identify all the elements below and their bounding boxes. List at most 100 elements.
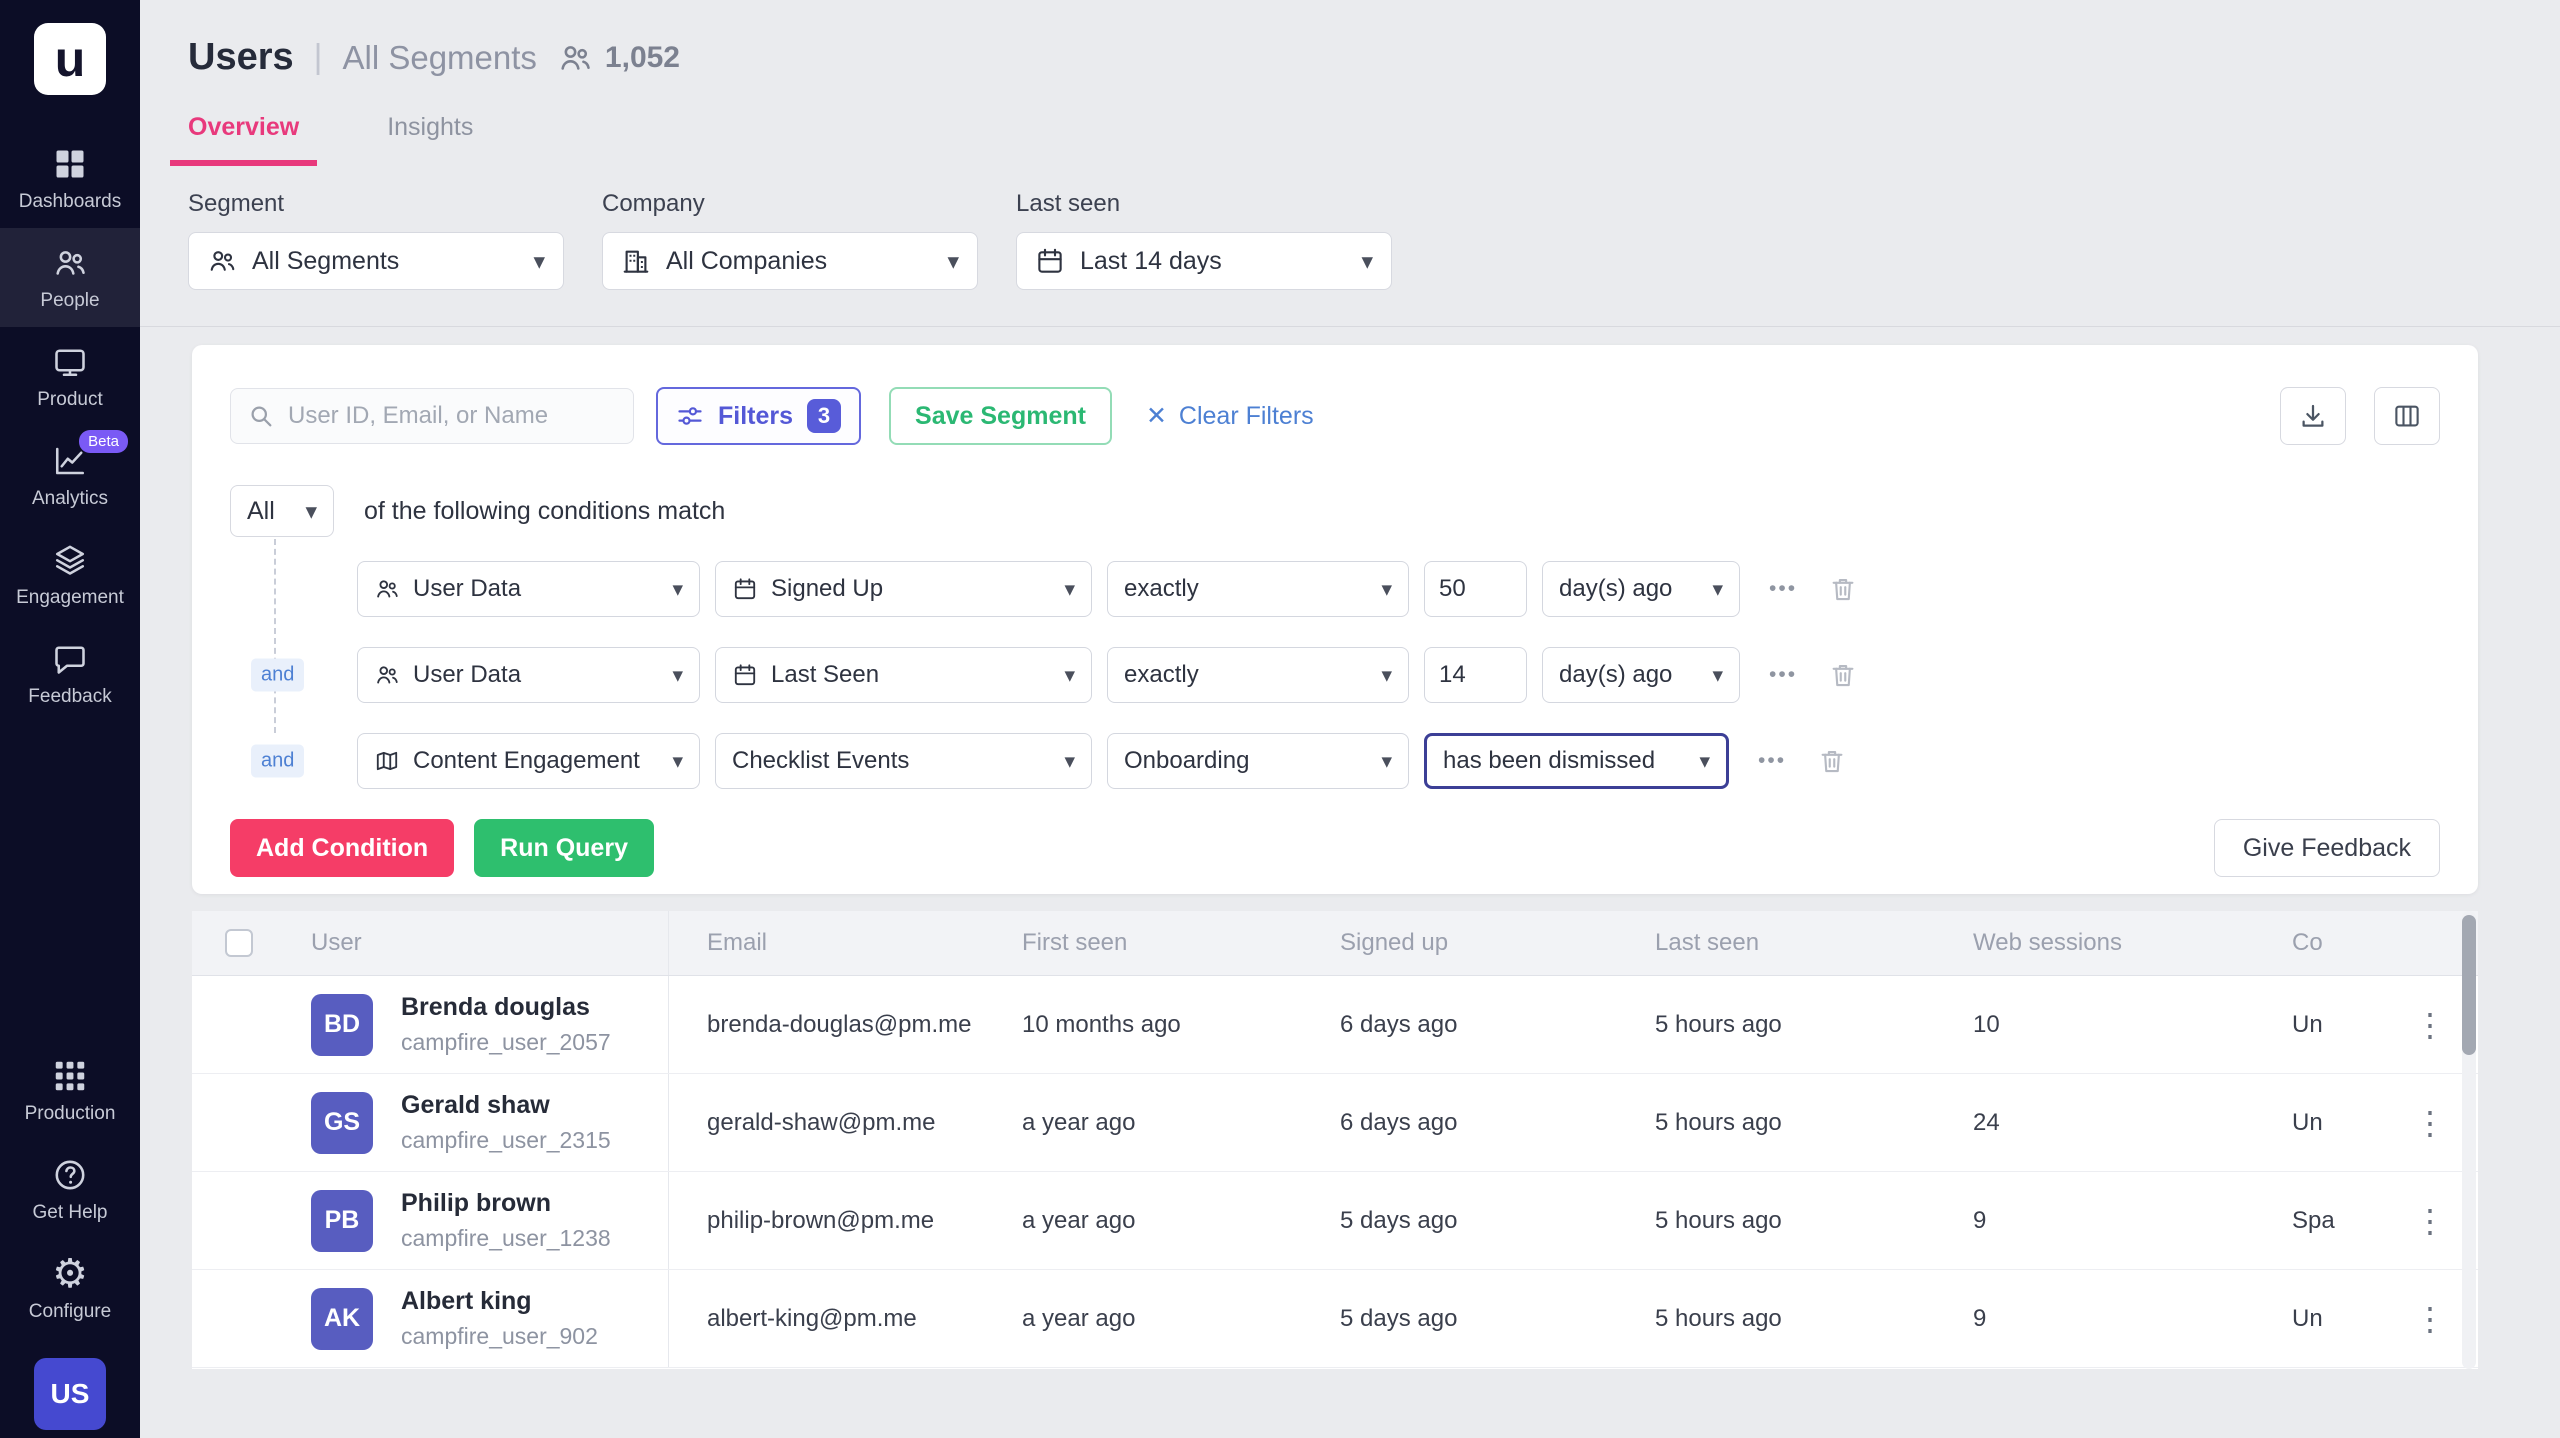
header-separator: | — [314, 38, 323, 77]
company-filter-group: Company All Companies — [602, 190, 978, 290]
sidebar-item-get-help[interactable]: Get Help — [0, 1140, 140, 1239]
user-name: Brenda douglas — [401, 993, 611, 1022]
chevron-down-icon — [1064, 575, 1075, 603]
calendar-icon — [732, 576, 758, 602]
signed-up: 6 days ago — [1340, 1011, 1655, 1039]
last-seen: 5 hours ago — [1655, 1207, 1973, 1235]
select-all-checkbox[interactable] — [225, 929, 253, 957]
condition-delete-button[interactable] — [1828, 574, 1858, 604]
sidebar-item-dashboards[interactable]: Dashboards — [0, 129, 140, 228]
run-query-button[interactable]: Run Query — [474, 819, 654, 877]
condition-operator-select[interactable]: exactly — [1107, 561, 1409, 617]
last-seen-filter-group: Last seen Last 14 days — [1016, 190, 1392, 290]
condition-more-button[interactable] — [1758, 749, 1786, 773]
columns-button[interactable] — [2374, 387, 2440, 445]
web-sessions: 10 — [1973, 1011, 2292, 1039]
save-segment-button[interactable]: Save Segment — [889, 387, 1112, 445]
table-scrollbar[interactable] — [2462, 911, 2476, 1369]
condition-unit-select[interactable]: day(s) ago — [1542, 561, 1740, 617]
chevron-down-icon — [1381, 575, 1392, 603]
company-filter-select[interactable]: All Companies — [602, 232, 978, 290]
condition-source-select[interactable]: User Data — [357, 561, 700, 617]
condition-field-select[interactable]: Last Seen — [715, 647, 1092, 703]
column-first-seen: First seen — [1022, 929, 1340, 957]
condition-unit-select[interactable]: day(s) ago — [1542, 647, 1740, 703]
condition-field-select[interactable]: Checklist Events — [715, 733, 1092, 789]
avatar: BD — [311, 994, 373, 1056]
last-seen-filter-select[interactable]: Last 14 days — [1016, 232, 1392, 290]
web-sessions: 24 — [1973, 1109, 2292, 1137]
company-filter-label: Company — [602, 190, 978, 218]
table-row[interactable]: GS Gerald shaw campfire_user_2315 gerald… — [192, 1074, 2478, 1172]
match-selector[interactable]: All — [230, 485, 334, 537]
signed-up: 5 days ago — [1340, 1207, 1655, 1235]
match-text: of the following conditions match — [364, 497, 725, 526]
condition-value-input[interactable] — [1424, 561, 1527, 617]
condition-source-select[interactable]: User Data — [357, 647, 700, 703]
users-table: User Email First seen Signed up Last see… — [192, 911, 2478, 1369]
table-row[interactable]: PB Philip brown campfire_user_1238 phili… — [192, 1172, 2478, 1270]
first-seen: a year ago — [1022, 1207, 1340, 1235]
table-row[interactable]: AK Albert king campfire_user_902 albert-… — [192, 1270, 2478, 1368]
first-seen: 10 months ago — [1022, 1011, 1340, 1039]
clear-filters-button[interactable]: Clear Filters — [1146, 401, 1314, 431]
sidebar-item-engagement[interactable]: Engagement — [0, 525, 140, 624]
column-email: Email — [669, 929, 1022, 957]
trash-icon — [1828, 660, 1858, 690]
user-email: gerald-shaw@pm.me — [669, 1109, 1022, 1137]
feedback-icon — [52, 641, 88, 677]
user-cell: BD Brenda douglas campfire_user_2057 — [311, 976, 669, 1073]
tab-overview[interactable]: Overview — [170, 113, 317, 166]
condition-operator-select[interactable]: exactly — [1107, 647, 1409, 703]
condition-state-select[interactable]: has been dismissed — [1424, 733, 1729, 789]
app-root: u Dashboards People Product Beta Analyti… — [0, 0, 2560, 1438]
sidebar-item-people[interactable]: People — [0, 228, 140, 327]
table-row[interactable]: BD Brenda douglas campfire_user_2057 bre… — [192, 976, 2478, 1074]
sidebar-item-analytics[interactable]: Beta Analytics — [0, 426, 140, 525]
segment-filter-select[interactable]: All Segments — [188, 232, 564, 290]
user-id: campfire_user_1238 — [401, 1225, 611, 1252]
add-condition-button[interactable]: Add Condition — [230, 819, 454, 877]
user-id: campfire_user_902 — [401, 1323, 598, 1350]
sidebar-item-product[interactable]: Product — [0, 327, 140, 426]
condition-delete-button[interactable] — [1817, 746, 1847, 776]
sidebar-item-production[interactable]: Production — [0, 1041, 140, 1140]
condition-more-button[interactable] — [1769, 663, 1797, 687]
user-avatar[interactable]: US — [34, 1358, 106, 1430]
search-input[interactable] — [288, 402, 617, 430]
app-logo[interactable]: u — [34, 23, 106, 95]
filters-button[interactable]: Filters 3 — [656, 387, 861, 445]
give-feedback-button[interactable]: Give Feedback — [2214, 819, 2440, 877]
trash-icon — [1817, 746, 1847, 776]
avatar: AK — [311, 1288, 373, 1350]
help-icon — [52, 1157, 88, 1193]
sidebar-item-configure[interactable]: Configure — [0, 1239, 140, 1338]
search-box — [230, 388, 634, 444]
condition-row: User Data Signed Up exactly day(s) — [357, 561, 2440, 617]
condition-field-select[interactable]: Signed Up — [715, 561, 1092, 617]
tab-insights[interactable]: Insights — [369, 113, 491, 166]
condition-operator-select[interactable]: Onboarding — [1107, 733, 1409, 789]
and-connector: and — [251, 745, 304, 778]
people-icon — [374, 576, 400, 602]
user-count-wrap: 1,052 — [557, 40, 680, 76]
chevron-down-icon — [1381, 661, 1392, 689]
condition-value-input[interactable] — [1424, 647, 1527, 703]
last-seen: 5 hours ago — [1655, 1109, 1973, 1137]
sidebar-nav: Dashboards People Product Beta Analytics… — [0, 129, 140, 723]
sidebar-item-feedback[interactable]: Feedback — [0, 624, 140, 723]
toolbar-right — [2280, 387, 2440, 445]
scrollbar-thumb[interactable] — [2462, 915, 2476, 1055]
chevron-down-icon — [947, 247, 959, 276]
chevron-down-icon — [672, 575, 683, 603]
column-last-seen: Last seen — [1655, 929, 1973, 957]
export-button[interactable] — [2280, 387, 2346, 445]
condition-delete-button[interactable] — [1828, 660, 1858, 690]
avatar: GS — [311, 1092, 373, 1154]
column-country: Co — [2292, 929, 2382, 957]
condition-more-button[interactable] — [1769, 577, 1797, 601]
first-seen: a year ago — [1022, 1305, 1340, 1333]
people-icon — [207, 246, 237, 276]
condition-source-select[interactable]: Content Engagement — [357, 733, 700, 789]
global-filters: Segment All Segments Company All Compani… — [140, 166, 2560, 327]
